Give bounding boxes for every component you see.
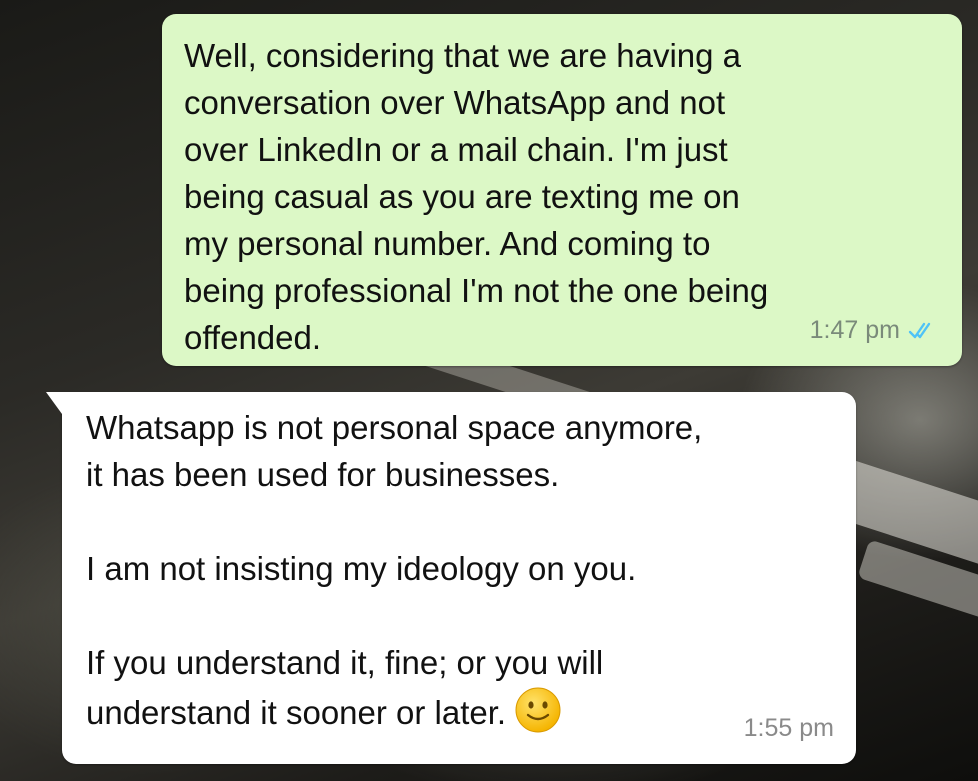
outgoing-message-meta: 1:47 pm: [810, 307, 936, 354]
bubble-tail: [46, 392, 62, 414]
incoming-message-text: Whatsapp is not personal space anymore, …: [86, 404, 826, 736]
incoming-message-bubble[interactable]: Whatsapp is not personal space anymore, …: [46, 392, 856, 764]
chat-conversation: Well, considering that we are having a c…: [0, 0, 978, 781]
message-timestamp: 1:47 pm: [809, 316, 900, 344]
outgoing-message-text: Well, considering that we are having a c…: [184, 37, 769, 356]
outgoing-message-bubble[interactable]: Well, considering that we are having a c…: [162, 14, 962, 366]
slightly-smiling-face-icon: [514, 686, 562, 734]
incoming-message-meta: 1:55 pm: [744, 705, 834, 752]
message-timestamp: 1:55 pm: [743, 714, 834, 742]
incoming-message-body: Whatsapp is not personal space anymore, …: [86, 409, 703, 731]
double-check-icon: [908, 321, 936, 341]
